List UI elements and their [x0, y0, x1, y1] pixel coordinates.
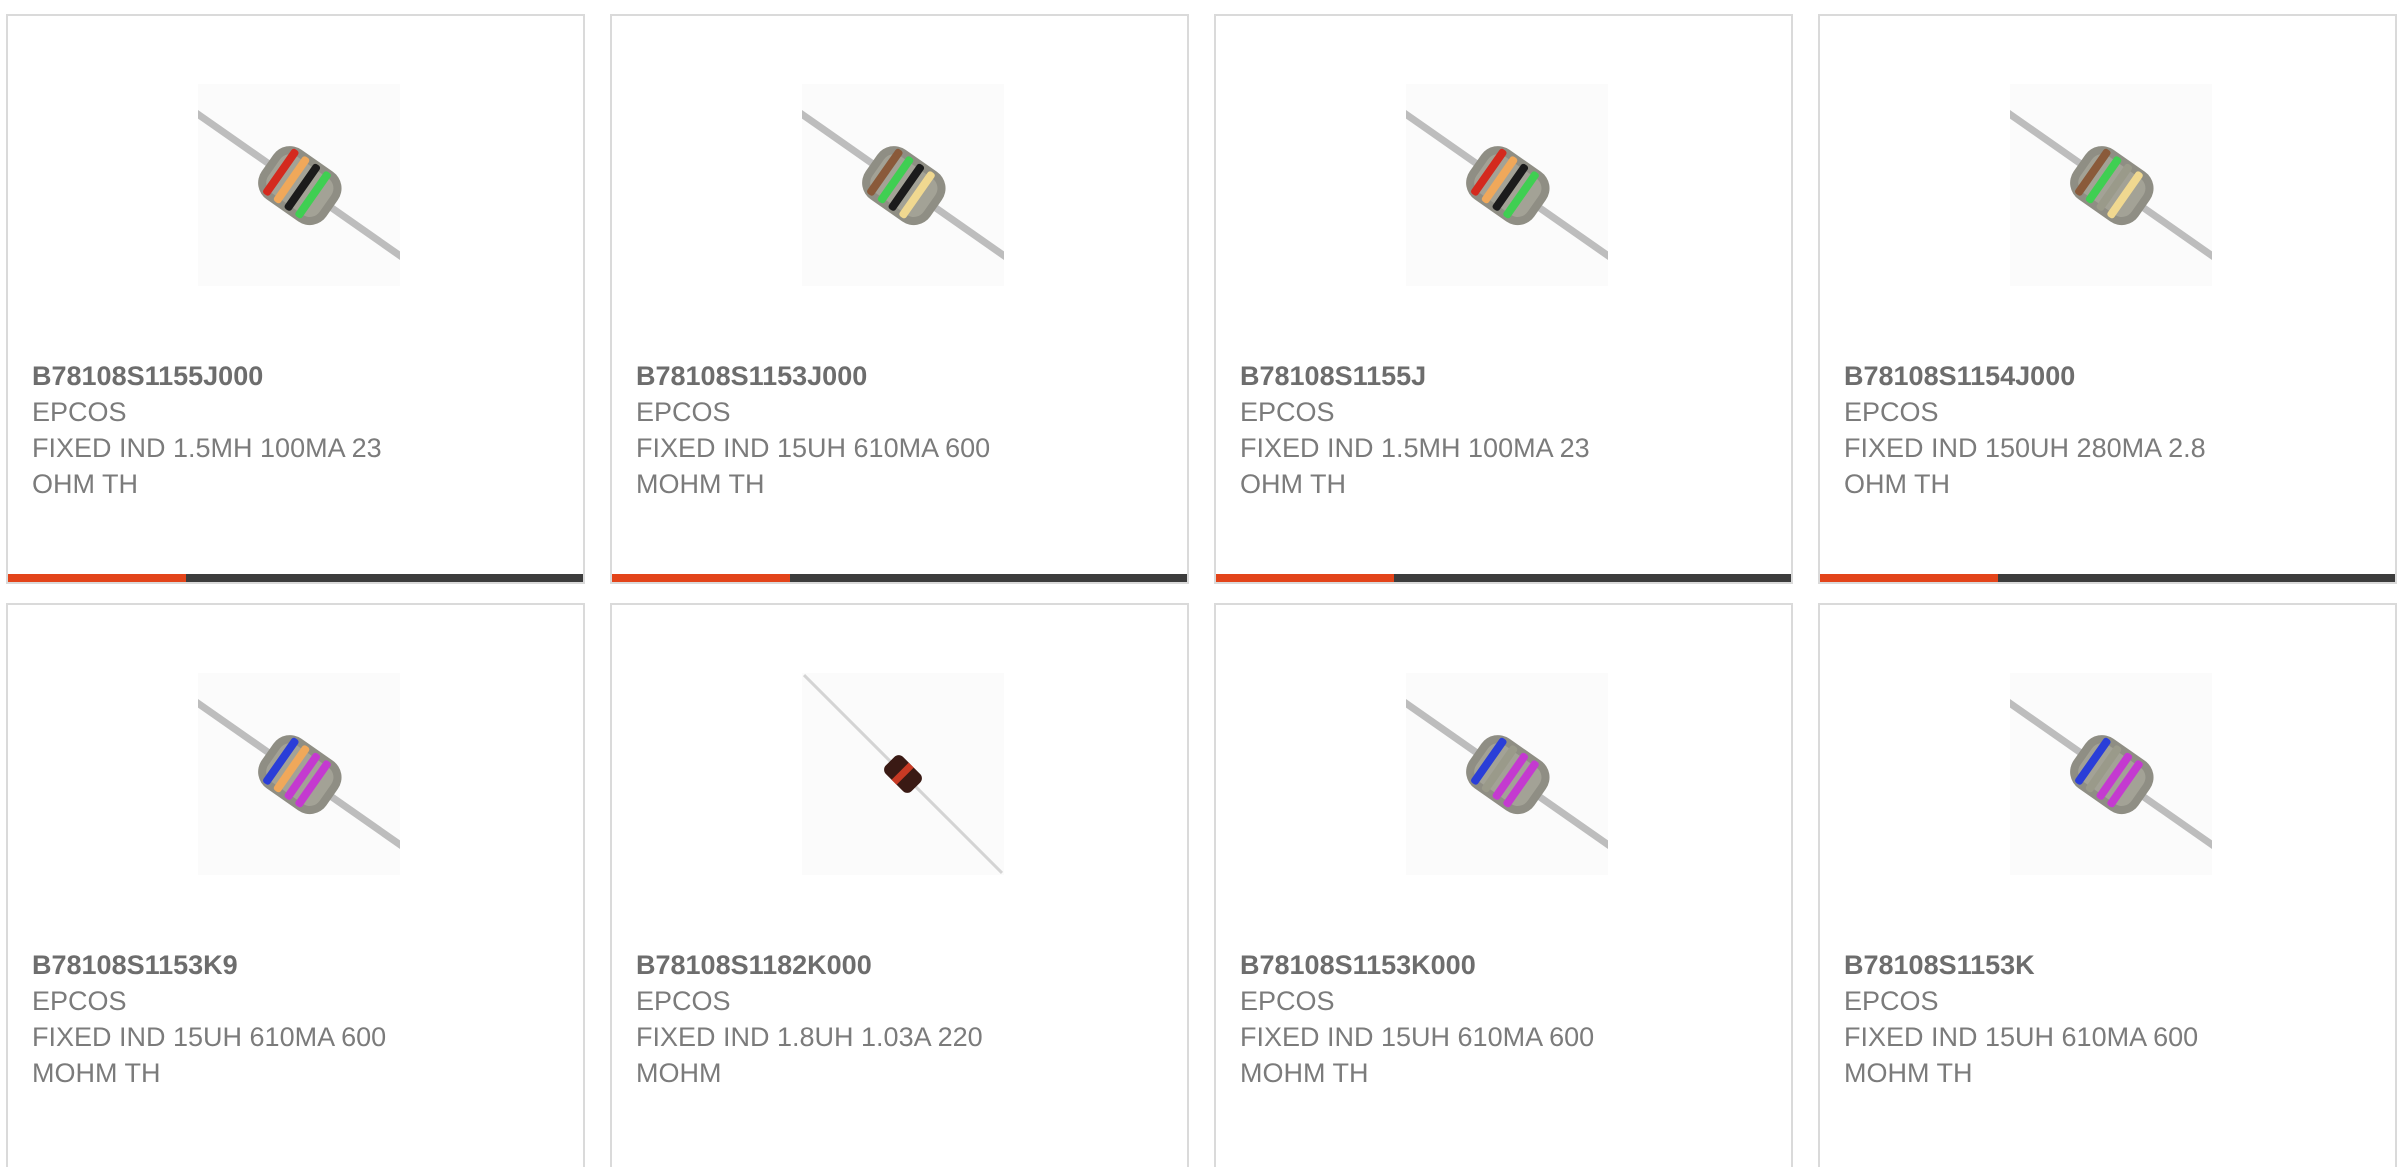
manufacturer: EPCOS [1844, 397, 1939, 427]
part-number[interactable]: B78108S1153J000 [636, 358, 1167, 394]
description: FIXED IND 1.5MH 100MA 23 OHM TH [1240, 433, 1590, 499]
product-info: B78108S1182K000 EPCOS FIXED IND 1.8UH 1.… [636, 947, 1167, 1091]
component-drawing [1406, 690, 1608, 858]
product-card[interactable]: B78108S1155J EPCOS FIXED IND 1.5MH 100MA… [1214, 14, 1793, 584]
component-drawing [2010, 690, 2212, 858]
product-card[interactable]: B78108S1182K000 EPCOS FIXED IND 1.8UH 1.… [610, 603, 1189, 1167]
product-info: B78108S1153J000 EPCOS FIXED IND 15UH 610… [636, 358, 1167, 502]
manufacturer: EPCOS [636, 986, 731, 1016]
progress-fill [8, 574, 187, 582]
component-drawing [198, 101, 400, 269]
description: FIXED IND 150UH 280MA 2.8 OHM TH [1844, 433, 2206, 499]
progress-fill [1820, 574, 1999, 582]
description: FIXED IND 15UH 610MA 600 MOHM TH [32, 1022, 387, 1088]
manufacturer: EPCOS [1240, 986, 1335, 1016]
product-info: B78108S1155J EPCOS FIXED IND 1.5MH 100MA… [1240, 358, 1771, 502]
progress-bar [612, 574, 1187, 582]
manufacturer: EPCOS [32, 986, 127, 1016]
product-card[interactable]: B78108S1153K000 EPCOS FIXED IND 15UH 610… [1214, 603, 1793, 1167]
component-drawing [2010, 101, 2212, 269]
inductor-image[interactable] [198, 84, 400, 286]
manufacturer: EPCOS [636, 397, 731, 427]
component-drawing [802, 673, 1004, 875]
product-info: B78108S1153K000 EPCOS FIXED IND 15UH 610… [1240, 947, 1771, 1091]
manufacturer: EPCOS [1844, 986, 1939, 1016]
inductor-image[interactable] [198, 673, 400, 875]
product-info: B78108S1153K9 EPCOS FIXED IND 15UH 610MA… [32, 947, 563, 1091]
product-card[interactable]: B78108S1153K9 EPCOS FIXED IND 15UH 610MA… [6, 603, 585, 1167]
manufacturer: EPCOS [32, 397, 127, 427]
part-number[interactable]: B78108S1155J000 [32, 358, 563, 394]
inductor-image[interactable] [2010, 84, 2212, 286]
component-drawing [198, 690, 400, 858]
diode-image[interactable] [802, 673, 1004, 875]
progress-bar [1216, 574, 1791, 582]
progress-fill [1216, 574, 1395, 582]
description: FIXED IND 15UH 610MA 600 MOHM TH [1240, 1022, 1595, 1088]
component-drawing [1406, 101, 1608, 269]
product-info: B78108S1153K EPCOS FIXED IND 15UH 610MA … [1844, 947, 2375, 1091]
part-number[interactable]: B78108S1154J000 [1844, 358, 2375, 394]
product-card[interactable]: B78108S1154J000 EPCOS FIXED IND 150UH 28… [1818, 14, 2397, 584]
inductor-image[interactable] [1406, 673, 1608, 875]
description: FIXED IND 1.5MH 100MA 23 OHM TH [32, 433, 382, 499]
product-card[interactable]: B78108S1153J000 EPCOS FIXED IND 15UH 610… [610, 14, 1189, 584]
description: FIXED IND 15UH 610MA 600 MOHM TH [1844, 1022, 2199, 1088]
product-card[interactable]: B78108S1153K EPCOS FIXED IND 15UH 610MA … [1818, 603, 2397, 1167]
product-grid: B78108S1155J000 EPCOS FIXED IND 1.5MH 10… [0, 0, 2400, 1167]
part-number[interactable]: B78108S1182K000 [636, 947, 1167, 983]
progress-bar [8, 574, 583, 582]
product-info: B78108S1155J000 EPCOS FIXED IND 1.5MH 10… [32, 358, 563, 502]
progress-bar [1820, 574, 2395, 582]
progress-fill [612, 574, 791, 582]
inductor-image[interactable] [802, 84, 1004, 286]
part-number[interactable]: B78108S1153K000 [1240, 947, 1771, 983]
description: FIXED IND 1.8UH 1.03A 220 MOHM [636, 1022, 983, 1088]
inductor-image[interactable] [1406, 84, 1608, 286]
description: FIXED IND 15UH 610MA 600 MOHM TH [636, 433, 991, 499]
component-drawing [802, 101, 1004, 269]
inductor-image[interactable] [2010, 673, 2212, 875]
product-card[interactable]: B78108S1155J000 EPCOS FIXED IND 1.5MH 10… [6, 14, 585, 584]
part-number[interactable]: B78108S1153K [1844, 947, 2375, 983]
manufacturer: EPCOS [1240, 397, 1335, 427]
part-number[interactable]: B78108S1155J [1240, 358, 1771, 394]
product-info: B78108S1154J000 EPCOS FIXED IND 150UH 28… [1844, 358, 2375, 502]
part-number[interactable]: B78108S1153K9 [32, 947, 563, 983]
